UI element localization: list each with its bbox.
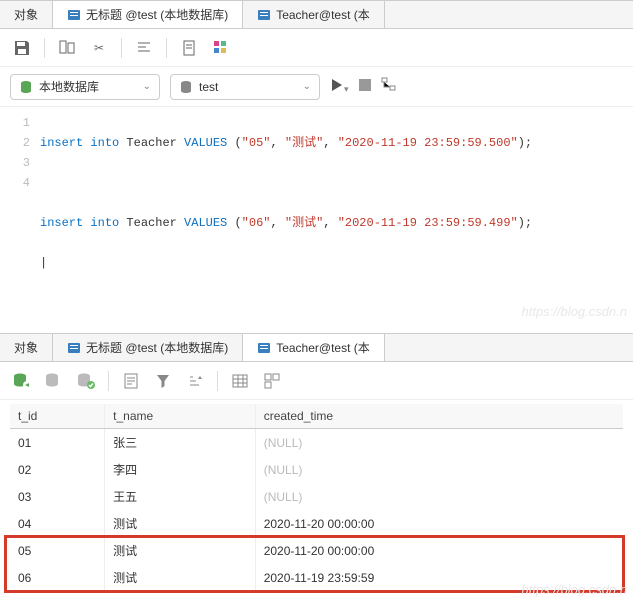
query-toolbar: ✂ bbox=[0, 29, 633, 67]
table-row[interactable]: 03王五(NULL) bbox=[10, 483, 623, 510]
cell-id[interactable]: 03 bbox=[10, 483, 105, 510]
bottom-tab-bar: 对象 无标题 @test (本地数据库) Teacher@test (本 bbox=[0, 334, 633, 362]
cell-id[interactable]: 04 bbox=[10, 510, 105, 537]
database-selector[interactable]: 本地数据库 ⌄ bbox=[10, 74, 160, 100]
tab-teacher[interactable]: Teacher@test (本 bbox=[243, 1, 385, 28]
table-row[interactable]: 06测试2020-11-19 23:59:59 bbox=[10, 564, 623, 591]
explain-icon[interactable] bbox=[381, 77, 397, 96]
line-gutter: 1 2 3 4 bbox=[0, 113, 40, 313]
table-header-row: t_id t_name created_time bbox=[10, 404, 623, 429]
scissors-icon[interactable]: ✂ bbox=[87, 36, 111, 60]
code-area[interactable]: insert into Teacher VALUES ("05", "测试", … bbox=[40, 113, 633, 313]
document-icon[interactable] bbox=[177, 36, 201, 60]
cell-name[interactable]: 李四 bbox=[105, 456, 256, 483]
schema-selector[interactable]: test ⌄ bbox=[170, 74, 320, 100]
cell-created-time[interactable]: 2020-11-20 00:00:00 bbox=[255, 537, 623, 564]
table-row[interactable]: 04测试2020-11-20 00:00:00 bbox=[10, 510, 623, 537]
tab-untitled-query[interactable]: 无标题 @test (本地数据库) bbox=[53, 1, 243, 28]
cell-created-time[interactable]: (NULL) bbox=[255, 429, 623, 457]
table-icon bbox=[257, 8, 271, 22]
filter-icon[interactable] bbox=[151, 369, 175, 393]
separator bbox=[108, 371, 109, 391]
cell-name[interactable]: 测试 bbox=[105, 510, 256, 537]
table-row[interactable]: 02李四(NULL) bbox=[10, 456, 623, 483]
run-button[interactable]: ▾ bbox=[330, 78, 349, 95]
table-row[interactable]: 05测试2020-11-20 00:00:00 bbox=[10, 537, 623, 564]
database-label: 本地数据库 bbox=[39, 78, 99, 95]
text-doc-icon[interactable] bbox=[119, 369, 143, 393]
tab-label: 对象 bbox=[14, 6, 38, 23]
rollback-icon[interactable] bbox=[74, 369, 98, 393]
cell-created-time[interactable]: 2020-11-19 23:59:59 bbox=[255, 564, 623, 591]
table-icon bbox=[67, 341, 81, 355]
database-icon bbox=[19, 80, 33, 94]
tab-untitled-query[interactable]: 无标题 @test (本地数据库) bbox=[53, 334, 243, 361]
tab-label: Teacher@test (本 bbox=[276, 6, 370, 23]
form-icon[interactable] bbox=[260, 369, 284, 393]
commit-icon[interactable] bbox=[42, 369, 66, 393]
table-row[interactable]: 01张三(NULL) bbox=[10, 429, 623, 457]
top-tab-bar: 对象 无标题 @test (本地数据库) Teacher@test (本 bbox=[0, 1, 633, 29]
result-toolbar bbox=[0, 362, 633, 400]
line-number: 1 bbox=[0, 113, 30, 133]
save-icon[interactable] bbox=[10, 36, 34, 60]
tab-label: 无标题 @test (本地数据库) bbox=[86, 6, 228, 23]
cell-id[interactable]: 05 bbox=[10, 537, 105, 564]
connection-row: 本地数据库 ⌄ test ⌄ ▾ bbox=[0, 67, 633, 107]
table-icon bbox=[257, 341, 271, 355]
tab-teacher[interactable]: Teacher@test (本 bbox=[243, 334, 385, 361]
separator bbox=[217, 371, 218, 391]
cell-name[interactable]: 测试 bbox=[105, 564, 256, 591]
database-icon bbox=[179, 80, 193, 94]
line-number: 4 bbox=[0, 173, 30, 193]
chevron-icon: ⌄ bbox=[303, 81, 311, 92]
align-icon[interactable] bbox=[132, 36, 156, 60]
cell-created-time[interactable]: 2020-11-20 00:00:00 bbox=[255, 510, 623, 537]
sql-editor[interactable]: 1 2 3 4 insert into Teacher VALUES ("05"… bbox=[0, 107, 633, 323]
tab-objects[interactable]: 对象 bbox=[0, 1, 53, 28]
line-number: 2 bbox=[0, 133, 30, 153]
cell-created-time[interactable]: (NULL) bbox=[255, 483, 623, 510]
begin-transaction-icon[interactable] bbox=[10, 369, 34, 393]
col-t-id[interactable]: t_id bbox=[10, 404, 105, 429]
separator bbox=[121, 38, 122, 58]
cell-id[interactable]: 06 bbox=[10, 564, 105, 591]
grid-color-icon[interactable] bbox=[209, 36, 233, 60]
sort-icon[interactable] bbox=[183, 369, 207, 393]
query-panel: 对象 无标题 @test (本地数据库) Teacher@test (本 ✂ 本… bbox=[0, 0, 633, 323]
cell-id[interactable]: 01 bbox=[10, 429, 105, 457]
table-icon bbox=[67, 8, 81, 22]
stop-button[interactable] bbox=[359, 79, 371, 94]
separator bbox=[166, 38, 167, 58]
line-number: 3 bbox=[0, 153, 30, 173]
tab-label: 无标题 @test (本地数据库) bbox=[86, 339, 228, 356]
cell-name[interactable]: 张三 bbox=[105, 429, 256, 457]
chevron-icon: ⌄ bbox=[143, 81, 151, 92]
cell-created-time[interactable]: (NULL) bbox=[255, 456, 623, 483]
grid-icon[interactable] bbox=[228, 369, 252, 393]
device-icon[interactable] bbox=[55, 36, 79, 60]
cell-id[interactable]: 02 bbox=[10, 456, 105, 483]
schema-label: test bbox=[199, 80, 218, 94]
cell-name[interactable]: 王五 bbox=[105, 483, 256, 510]
tab-label: 对象 bbox=[14, 339, 38, 356]
result-panel: 对象 无标题 @test (本地数据库) Teacher@test (本 t_i… bbox=[0, 333, 633, 599]
col-t-name[interactable]: t_name bbox=[105, 404, 256, 429]
result-table: t_id t_name created_time 01张三(NULL)02李四(… bbox=[10, 404, 623, 591]
tab-objects[interactable]: 对象 bbox=[0, 334, 53, 361]
col-created-time[interactable]: created_time bbox=[255, 404, 623, 429]
tab-label: Teacher@test (本 bbox=[276, 339, 370, 356]
separator bbox=[44, 38, 45, 58]
cell-name[interactable]: 测试 bbox=[105, 537, 256, 564]
